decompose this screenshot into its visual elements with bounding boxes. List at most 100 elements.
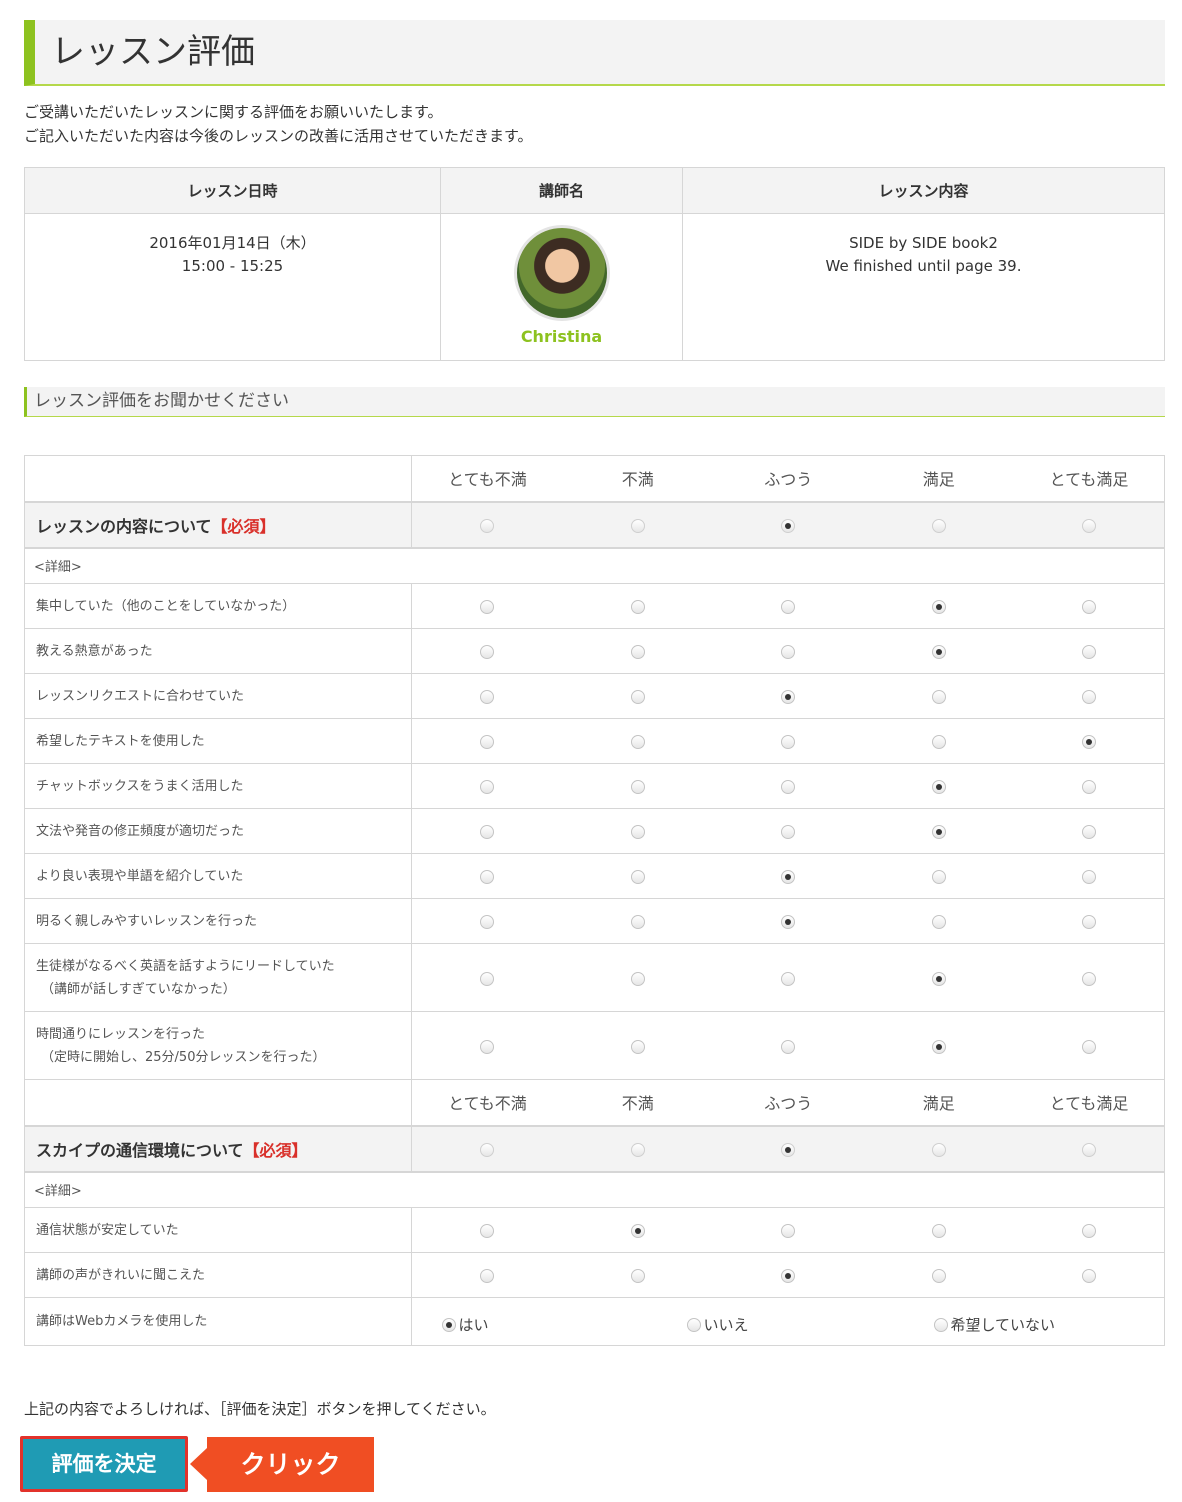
- rating-option-cell: [712, 943, 864, 1012]
- question-radio-1[interactable]: [480, 1039, 495, 1054]
- question-radio-5[interactable]: [1081, 870, 1096, 884]
- rating-option-cell: [712, 1207, 864, 1253]
- question-label: 講師の声がきれいに聞こえた: [36, 1267, 206, 1283]
- question-radio-3[interactable]: [781, 735, 796, 749]
- question-radio-5[interactable]: [1081, 645, 1096, 659]
- rating-option-cell: [411, 673, 563, 719]
- question-radio-3[interactable]: [781, 1224, 796, 1238]
- question-radio-1[interactable]: [480, 825, 495, 839]
- question-radio-3[interactable]: [781, 825, 796, 839]
- question-label-cell: 文法や発音の修正頻度が適切だった: [24, 808, 413, 854]
- skype-connection-radio-3[interactable]: [781, 1142, 796, 1157]
- question-radio-4[interactable]: [931, 971, 946, 986]
- teacher-avatar[interactable]: [513, 225, 610, 321]
- rating-option-cell: [1013, 943, 1165, 1012]
- question-radio-1[interactable]: [480, 690, 495, 704]
- skype-connection-radio-5[interactable]: [1081, 1142, 1096, 1157]
- webcam-label: 講師はWebカメラを使用した: [24, 1297, 413, 1346]
- question-sublabel: （講師が話しすぎていなかった）: [41, 981, 236, 997]
- question-radio-4[interactable]: [931, 600, 946, 614]
- webcam-radio[interactable]: [442, 1318, 457, 1332]
- question-radio-4[interactable]: [931, 870, 946, 884]
- question-radio-1[interactable]: [480, 735, 495, 749]
- question-radio-4[interactable]: [931, 1039, 946, 1054]
- question-radio-1[interactable]: [480, 870, 495, 884]
- skype-connection-radio-4[interactable]: [931, 1142, 946, 1157]
- rating-option-cell: [712, 628, 864, 674]
- question-radio-1[interactable]: [480, 1224, 495, 1238]
- question-radio-2[interactable]: [630, 645, 645, 659]
- question-radio-4[interactable]: [931, 735, 946, 749]
- intro-line-1: ご受講いただいたレッスンに関する評価をお願いいたします。: [24, 103, 443, 121]
- question-radio-1[interactable]: [480, 600, 495, 614]
- rating-option-cell: [411, 1207, 563, 1253]
- question-radio-3[interactable]: [781, 915, 796, 929]
- lesson-content-radio-1[interactable]: [480, 518, 495, 533]
- question-radio-2[interactable]: [630, 735, 645, 749]
- question-radio-4[interactable]: [931, 645, 946, 659]
- question-radio-2[interactable]: [630, 915, 645, 929]
- question-radio-2[interactable]: [630, 971, 645, 986]
- question-radio-3[interactable]: [781, 1039, 796, 1054]
- question-radio-1[interactable]: [480, 645, 495, 659]
- skype-connection-label-cell: スカイプの通信環境について【必須】: [24, 1124, 413, 1173]
- teacher-name-link[interactable]: Christina: [441, 325, 682, 348]
- question-radio-2[interactable]: [630, 690, 645, 704]
- question-radio-5[interactable]: [1081, 1224, 1096, 1238]
- question-radio-2[interactable]: [630, 1269, 645, 1283]
- question-radio-1[interactable]: [480, 1269, 495, 1283]
- question-radio-5[interactable]: [1081, 1039, 1096, 1054]
- skype-connection-radio-1[interactable]: [480, 1142, 495, 1157]
- lesson-content-radio-2[interactable]: [630, 518, 645, 533]
- rating-option-cell: [1013, 673, 1165, 719]
- lesson-info-table: レッスン日時 講師名 レッスン内容 2016年01月14日（木） 15:00 -…: [24, 167, 1165, 361]
- rating-option-cell: [863, 808, 1014, 854]
- question-radio-5[interactable]: [1081, 915, 1096, 929]
- webcam-option[interactable]: いいえ: [687, 1314, 748, 1335]
- lesson-content-radio-5[interactable]: [1081, 518, 1096, 533]
- question-radio-4[interactable]: [931, 1269, 946, 1283]
- lesson-content-radio-4[interactable]: [931, 518, 946, 533]
- question-radio-5[interactable]: [1081, 1269, 1096, 1283]
- skype-connection-radio-2[interactable]: [630, 1142, 645, 1157]
- question-radio-2[interactable]: [630, 825, 645, 839]
- question-radio-4[interactable]: [931, 825, 946, 839]
- webcam-option[interactable]: はい: [442, 1314, 488, 1335]
- webcam-radio[interactable]: [934, 1318, 949, 1332]
- question-row: 講師の声がきれいに聞こえた: [24, 1252, 1165, 1298]
- question-radio-2[interactable]: [630, 870, 645, 884]
- rating-option-cell: [562, 1252, 713, 1298]
- question-radio-5[interactable]: [1081, 780, 1096, 794]
- question-radio-3[interactable]: [781, 971, 796, 986]
- header-lesson-datetime: レッスン日時: [24, 167, 441, 214]
- webcam-option[interactable]: 希望していない: [934, 1314, 1055, 1335]
- question-radio-4[interactable]: [931, 780, 946, 794]
- webcam-radio[interactable]: [687, 1318, 702, 1332]
- question-radio-5[interactable]: [1081, 690, 1096, 704]
- rating-option-cell: [1013, 1207, 1165, 1253]
- question-radio-4[interactable]: [931, 915, 946, 929]
- question-radio-4[interactable]: [931, 1224, 946, 1238]
- question-radio-5[interactable]: [1081, 600, 1096, 614]
- question-radio-2[interactable]: [630, 1224, 645, 1238]
- question-radio-2[interactable]: [630, 1039, 645, 1054]
- question-radio-3[interactable]: [781, 870, 796, 884]
- question-radio-3[interactable]: [781, 645, 796, 659]
- question-radio-2[interactable]: [630, 780, 645, 794]
- question-radio-2[interactable]: [630, 600, 645, 614]
- evaluation-table: とても不満 不満 ふつう 満足 とても満足 レッスンの内容について【必須】 <詳細> 集中して…: [24, 455, 1165, 1346]
- question-radio-5[interactable]: [1081, 735, 1096, 749]
- question-radio-3[interactable]: [781, 1269, 796, 1283]
- question-radio-1[interactable]: [480, 971, 495, 986]
- rating-option-cell: [411, 1252, 563, 1298]
- question-radio-3[interactable]: [781, 600, 796, 614]
- question-radio-1[interactable]: [480, 915, 495, 929]
- submit-evaluation-button[interactable]: 評価を決定: [20, 1436, 188, 1492]
- question-radio-1[interactable]: [480, 780, 495, 794]
- question-radio-3[interactable]: [781, 780, 796, 794]
- question-radio-5[interactable]: [1081, 825, 1096, 839]
- lesson-content-radio-3[interactable]: [781, 518, 796, 533]
- question-radio-5[interactable]: [1081, 971, 1096, 986]
- question-radio-3[interactable]: [781, 690, 796, 704]
- question-radio-4[interactable]: [931, 690, 946, 704]
